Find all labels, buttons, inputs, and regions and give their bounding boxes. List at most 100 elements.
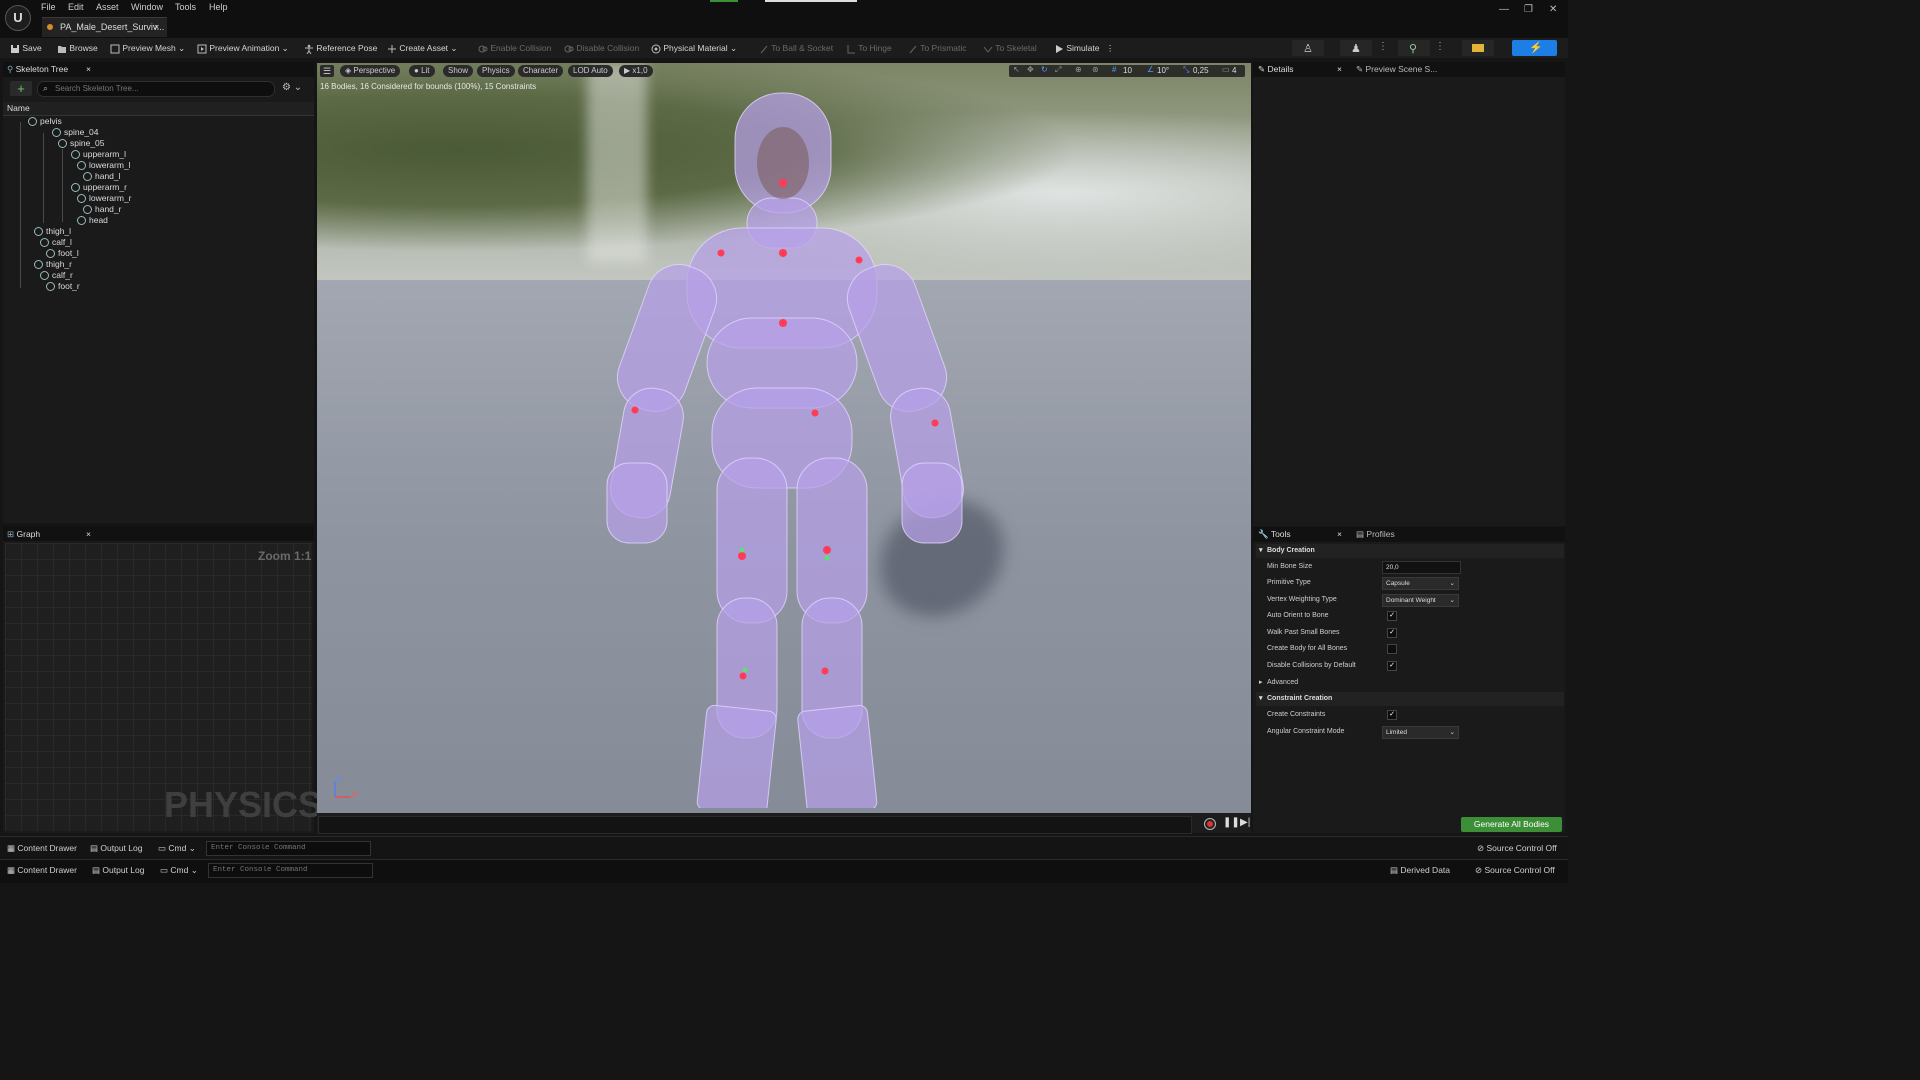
create-asset-button[interactable]: Create Asset ⌄	[387, 41, 458, 55]
to-skeletal-button[interactable]: To Skeletal	[983, 41, 1037, 55]
tree-item-lowerarm-r[interactable]: lowerarm_r	[77, 193, 132, 204]
tree-item-hand-r[interactable]: hand_r	[83, 204, 121, 215]
tree-item-upperarm-r[interactable]: upperarm_r	[71, 182, 127, 193]
graph-close-icon[interactable]: ×	[86, 529, 91, 539]
to-prismatic-button[interactable]: To Prismatic	[908, 41, 967, 55]
output-log-button-2[interactable]: ▤ Output Log	[92, 864, 144, 876]
physics-mode-button[interactable]: ⚡	[1512, 40, 1557, 56]
viewport-menu-icon[interactable]: ☰	[320, 65, 334, 77]
tree-item-pelvis[interactable]: pelvis	[28, 116, 62, 127]
search-input[interactable]	[55, 82, 265, 94]
physics-button[interactable]: Physics	[477, 65, 515, 77]
menu-tools[interactable]: Tools	[175, 2, 196, 14]
preview-scene-tab[interactable]: ✎ Preview Scene S...	[1356, 64, 1437, 75]
menu-help[interactable]: Help	[209, 2, 228, 14]
content-drawer-button[interactable]: ▦ Content Drawer	[7, 842, 77, 854]
menu-file[interactable]: File	[41, 2, 56, 14]
tree-item-thigh-l[interactable]: thigh_l	[34, 226, 71, 237]
tree-item-head[interactable]: head	[77, 215, 108, 226]
more-options-icon[interactable]: ⋮	[1378, 41, 1388, 52]
document-tab[interactable]: PA_Male_Desert_Surviv... ×	[42, 17, 167, 37]
auto-orient-checkbox[interactable]: ✓	[1387, 611, 1397, 621]
camera-speed-icon[interactable]: ▭	[1222, 65, 1230, 74]
details-close-icon[interactable]: ×	[1337, 64, 1342, 74]
character-physics-bodies[interactable]	[597, 88, 977, 808]
search-skeleton-field[interactable]: ⌕	[37, 81, 275, 97]
walk-past-checkbox[interactable]: ✓	[1387, 628, 1397, 638]
generate-all-bodies-button[interactable]: Generate All Bodies	[1461, 817, 1562, 832]
close-window-icon[interactable]: ✕	[1549, 4, 1557, 15]
timeline-track[interactable]	[318, 816, 1192, 834]
camera-speed-value[interactable]: 4	[1232, 66, 1236, 75]
minimize-icon[interactable]: —	[1499, 4, 1509, 15]
disable-collisions-checkbox[interactable]: ✓	[1387, 661, 1397, 671]
source-control-button[interactable]: ⊘ Source Control Off	[1477, 842, 1557, 854]
derived-data-button[interactable]: ▤ Derived Data	[1390, 864, 1450, 876]
enable-collision-button[interactable]: Enable Collision	[478, 41, 551, 55]
tree-item-calf-r[interactable]: calf_r	[40, 270, 73, 281]
cmd-dropdown[interactable]: ▭ Cmd ⌄	[158, 842, 196, 854]
translate-icon[interactable]: ✥	[1027, 65, 1034, 74]
skeleton-tree-close-icon[interactable]: ×	[86, 64, 91, 74]
details-tab[interactable]: ✎ Details	[1258, 64, 1293, 75]
select-icon[interactable]: ↖	[1013, 65, 1020, 74]
tree-item-foot-l[interactable]: foot_l	[46, 248, 79, 259]
world-icon[interactable]: ⊕	[1075, 65, 1082, 74]
graph-tab[interactable]: ⊞ Graph	[7, 529, 40, 540]
angle-snap-icon[interactable]: ∠	[1147, 65, 1154, 74]
physical-material-button[interactable]: Physical Material ⌄	[651, 41, 737, 55]
disable-collision-button[interactable]: Disable Collision	[564, 41, 639, 55]
maximize-icon[interactable]: ❐	[1524, 4, 1533, 15]
animation-mode-button[interactable]: ⚲	[1398, 40, 1430, 56]
character-button[interactable]: Character	[518, 65, 564, 77]
content-drawer-button-2[interactable]: ▦ Content Drawer	[7, 864, 77, 876]
tree-item-upperarm-l[interactable]: upperarm_l	[71, 149, 126, 160]
tree-item-hand-l[interactable]: hand_l	[83, 171, 121, 182]
step-forward-icon[interactable]: ▶|	[1240, 817, 1250, 828]
tools-close-icon[interactable]: ×	[1337, 529, 1342, 539]
to-ball-socket-button[interactable]: To Ball & Socket	[759, 41, 833, 55]
more-options-2-icon[interactable]: ⋮	[1435, 41, 1445, 52]
tree-item-foot-r[interactable]: foot_r	[46, 281, 80, 292]
preview-mesh-button[interactable]: Preview Mesh ⌄	[110, 41, 185, 55]
unreal-logo-icon[interactable]: U	[5, 5, 31, 31]
constraint-creation-section[interactable]: ▾ Constraint Creation	[1256, 692, 1564, 706]
create-constraints-checkbox[interactable]: ✓	[1387, 710, 1397, 720]
browse-button[interactable]: Browse	[57, 41, 98, 55]
save-button[interactable]: Save	[10, 41, 42, 55]
rotate-icon[interactable]: ↻	[1041, 65, 1048, 74]
skeleton-tree-tab[interactable]: ⚲ Skeleton Tree	[7, 64, 68, 75]
playback-speed-button[interactable]: ▶ x1,0	[619, 65, 653, 77]
source-control-button-2[interactable]: ⊘ Source Control Off	[1475, 864, 1555, 876]
add-bone-button[interactable]: +	[10, 81, 32, 96]
profiles-tab[interactable]: ▤ Profiles	[1356, 529, 1395, 540]
tree-item-calf-l[interactable]: calf_l	[40, 237, 72, 248]
show-button[interactable]: Show	[443, 65, 474, 77]
tree-item-lowerarm-l[interactable]: lowerarm_l	[77, 160, 131, 171]
console-command-input-2[interactable]	[208, 863, 373, 878]
menu-asset[interactable]: Asset	[96, 2, 119, 14]
scale-snap-value[interactable]: 0,25	[1193, 66, 1209, 75]
preview-animation-button[interactable]: Preview Animation ⌄	[197, 41, 289, 55]
simulate-button[interactable]: Simulate ⋮	[1054, 41, 1114, 55]
tree-item-spine-04[interactable]: spine_04	[52, 127, 99, 138]
body-creation-section[interactable]: ▾ Body Creation	[1256, 544, 1564, 558]
perspective-button[interactable]: ◈ Perspective	[340, 65, 401, 77]
vertex-weighting-select[interactable]: Dominant Weight ⌄	[1382, 594, 1459, 607]
console-command-input[interactable]	[206, 841, 371, 856]
close-icon[interactable]: ×	[154, 18, 159, 37]
min-bone-size-input[interactable]: 20,0	[1382, 561, 1461, 574]
reference-pose-button[interactable]: Reference Pose	[304, 41, 377, 55]
grid-snap-icon[interactable]: #	[1112, 65, 1116, 74]
to-hinge-button[interactable]: To Hinge	[846, 41, 892, 55]
name-column-header[interactable]: Name	[7, 103, 30, 113]
settings-gear-icon[interactable]: ⚙ ⌄	[282, 82, 302, 93]
scale-snap-icon[interactable]: ⤡	[1183, 65, 1189, 75]
angle-snap-value[interactable]: 10°	[1157, 66, 1169, 75]
create-all-checkbox[interactable]	[1387, 644, 1397, 654]
menu-edit[interactable]: Edit	[68, 2, 84, 14]
tree-item-thigh-r[interactable]: thigh_r	[34, 259, 72, 270]
tree-item-spine-05[interactable]: spine_05	[58, 138, 105, 149]
grid-snap-value[interactable]: 10	[1123, 66, 1132, 75]
lit-button[interactable]: ● Lit	[409, 65, 435, 77]
